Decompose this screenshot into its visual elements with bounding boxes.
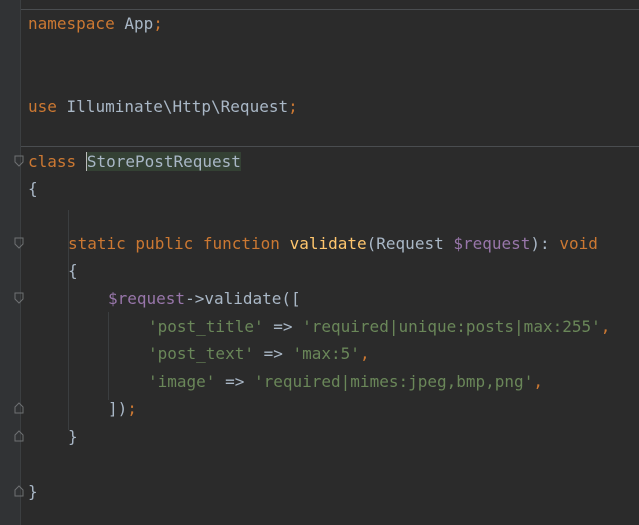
fold-open-icon[interactable] — [14, 292, 24, 304]
fold-close-icon[interactable] — [14, 402, 24, 414]
string-key: 'image' — [148, 372, 216, 391]
arrow: -> — [185, 289, 205, 308]
semicolon: ; — [127, 399, 137, 418]
return-type: void — [559, 234, 598, 253]
semicolon: ; — [153, 14, 163, 33]
method-separator — [21, 146, 639, 147]
class-name[interactable]: StorePostRequest — [85, 152, 241, 171]
string-value: 'required|mimes:jpeg,bmp,png' — [253, 372, 534, 391]
brace: } — [28, 482, 38, 501]
code-line-method-signature[interactable]: static public function validate(Request … — [68, 232, 598, 256]
variable: $request — [108, 289, 186, 308]
keyword: class — [28, 152, 77, 171]
code-line-use[interactable]: use Illuminate\Http\Request; — [28, 95, 298, 119]
string-value: 'max:5' — [292, 344, 360, 363]
arrow: => — [263, 317, 303, 336]
keyword: public — [125, 234, 194, 253]
arrow: => — [215, 372, 254, 391]
call-name: validate — [204, 289, 282, 308]
code-line-validate-call[interactable]: $request->validate([ — [108, 287, 301, 311]
fold-open-icon[interactable] — [14, 237, 24, 249]
fold-open-icon[interactable] — [14, 155, 24, 167]
method-name[interactable]: validate — [290, 234, 367, 253]
keyword: function — [193, 234, 280, 253]
string-key: 'post_title' — [148, 317, 264, 336]
code-line-rule-image[interactable]: 'image' => 'required|mimes:jpeg,bmp,png'… — [148, 370, 543, 394]
comma: , — [359, 344, 370, 363]
brace: { — [68, 261, 78, 280]
string-value: 'required|unique:posts|max:255' — [302, 317, 601, 336]
namespace-name: App — [114, 14, 154, 33]
bracket: ([ — [281, 289, 301, 308]
code-line-class[interactable]: class StorePostRequest — [28, 150, 241, 174]
code-editor[interactable]: namespace App; use Illuminate\Http\Reque… — [0, 0, 639, 525]
keyword: static — [68, 234, 126, 253]
keyword: use — [28, 97, 57, 116]
brace: { — [28, 179, 38, 198]
paren: ( — [366, 234, 377, 253]
editor-gutter[interactable] — [0, 0, 21, 525]
divider-line — [21, 9, 639, 10]
arrow: => — [253, 344, 293, 363]
import-path: Illuminate\Http\Request — [56, 97, 289, 116]
indent-guide — [108, 312, 109, 400]
bracket: ]) — [108, 399, 128, 418]
fold-close-icon[interactable] — [14, 430, 24, 442]
paren: ) — [530, 234, 541, 253]
param-type: Request — [376, 234, 454, 253]
code-line-rule-post-title[interactable]: 'post_title' => 'required|unique:posts|m… — [148, 315, 610, 339]
colon: : — [540, 234, 560, 253]
code-line-method-open[interactable]: { — [68, 259, 78, 283]
semicolon: ; — [288, 97, 298, 116]
string-key: 'post_text' — [148, 344, 254, 363]
comma: , — [533, 372, 543, 391]
code-line-namespace[interactable]: namespace App; — [28, 12, 163, 36]
brace: } — [68, 427, 78, 446]
code-line-method-close[interactable]: } — [68, 425, 78, 449]
fold-close-icon[interactable] — [14, 485, 24, 497]
code-line-rule-post-text[interactable]: 'post_text' => 'max:5', — [148, 342, 370, 366]
comma: , — [600, 317, 611, 336]
code-line-open-brace[interactable]: { — [28, 177, 38, 201]
keyword: namespace — [28, 14, 115, 33]
code-line-class-close[interactable]: } — [28, 480, 38, 504]
code-line-call-close[interactable]: ]); — [108, 397, 137, 421]
param-variable: $request — [453, 234, 531, 253]
